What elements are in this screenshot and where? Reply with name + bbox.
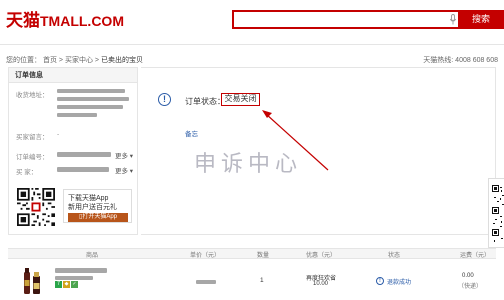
redacted-address [57, 89, 125, 93]
search-input[interactable] [232, 10, 460, 29]
header-divider [0, 44, 504, 45]
column-header-quantity: 数量 [257, 253, 270, 259]
order-status-value: 交易关闭 [221, 93, 260, 106]
more-link[interactable]: 更多 ▾ [115, 165, 133, 175]
column-header-discount: 优惠（元） [306, 253, 337, 259]
order-table-header: 商品 单价（元） 数量 优惠（元） 状态 运费（元） [8, 248, 496, 259]
search-button[interactable]: 搜索 [458, 10, 504, 29]
refund-info-icon: ! [376, 277, 384, 285]
breadcrumb-prefix: 您的位置： [6, 57, 41, 64]
redacted-address [57, 105, 123, 109]
open-app-label: 打开天猫App [82, 214, 117, 220]
message-label: 买家留言： [16, 134, 49, 141]
more-label: 更多 [115, 168, 128, 175]
watermark-text: 申诉中心 [194, 151, 303, 176]
column-header-shipping: 运费（元） [460, 253, 491, 259]
column-header-status: 状态 [388, 253, 401, 259]
tmall-logo[interactable]: 天猫TMALL.COM [6, 6, 124, 31]
info-icon: ! [158, 93, 171, 106]
app-promo-subtitle: 新用户送百元礼 [68, 204, 117, 211]
breadcrumb-item-buyer-center[interactable]: 买家中心 [65, 57, 93, 64]
app-qr-code [17, 188, 55, 226]
column-header-product: 商品 [86, 253, 99, 259]
redacted-product-title [55, 276, 93, 280]
order-info-panel: 订单信息 收货地址： 买家留言： - 订单编号： 更多 ▾ 买 家： 更多 ▾ … [8, 67, 138, 235]
redacted-product-title [55, 268, 107, 273]
discount-value: 10.00 [313, 281, 329, 287]
breadcrumb-item-home[interactable]: 首页 [43, 57, 57, 64]
logo-cn-text: 天猫 [6, 11, 40, 30]
redacted-unit-price [196, 280, 216, 284]
qr-code-icon [492, 185, 504, 242]
service-badge-icon: 7 [55, 281, 62, 288]
product-image[interactable] [20, 266, 44, 296]
guarantee-badge-icon: ✓ [71, 281, 78, 288]
redacted-address [57, 97, 129, 101]
redacted-buyer [57, 167, 109, 172]
floating-qr-panel[interactable] [488, 178, 504, 248]
remark-link[interactable]: 备忘 [185, 128, 198, 138]
microphone-icon[interactable] [449, 14, 457, 25]
quantity-value: 1 [260, 277, 264, 284]
order-info-title: 订单信息 [9, 68, 137, 83]
breadcrumb-item-sold[interactable]: 已卖出的宝贝 [101, 57, 143, 64]
shipping-value: 0.00 [462, 273, 474, 279]
order-number-label: 订单编号： [16, 154, 49, 161]
redacted-order-number [57, 152, 111, 157]
more-link[interactable]: 更多 ▾ [115, 150, 133, 160]
shipping-note: （快递） [458, 284, 483, 290]
logo-en-text: TMALL.COM [40, 13, 124, 29]
address-label: 收货地址： [16, 92, 49, 99]
message-value: - [57, 131, 60, 138]
refund-status-link[interactable]: 退款成功 [387, 277, 411, 286]
app-promo-box: 下载天猫App 新用户送百元礼 ▯打开天猫App [63, 189, 132, 223]
open-app-button[interactable]: ▯打开天猫App [68, 213, 128, 222]
buyer-label: 买 家： [16, 169, 38, 176]
hotline-text: 天猫热线: 4008 608 608 [423, 57, 498, 64]
gold-badge-icon: ◆ [63, 281, 70, 288]
order-status-label: 订单状态： [185, 97, 225, 106]
column-header-price: 单价（元） [190, 253, 221, 259]
more-label: 更多 [115, 153, 128, 160]
redacted-address [57, 113, 97, 117]
breadcrumb: 您的位置： 首页 > 买家中心 > 已卖出的宝贝 [6, 55, 143, 65]
